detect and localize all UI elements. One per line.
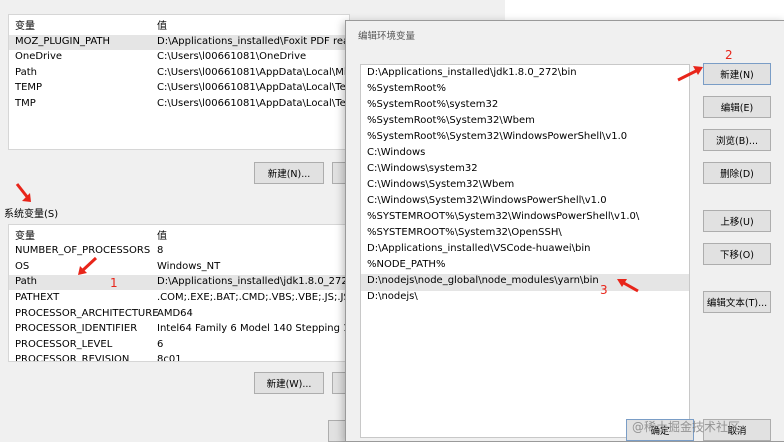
system-new-button[interactable]: 新建(W)... (254, 372, 324, 394)
table-row[interactable]: PROCESSOR_LEVEL 6 (9, 338, 349, 353)
user-variables-header: 变量 值 (9, 15, 349, 32)
annotation-3: 3 (600, 283, 608, 297)
list-item[interactable]: D:\Applications_installed\jdk1.8.0_272\b… (367, 67, 577, 83)
table-row[interactable]: PATHEXT .COM;.EXE;.BAT;.CMD;.VBS;.VBE;.J… (9, 291, 349, 306)
table-row[interactable]: PROCESSOR_IDENTIFIER Intel64 Family 6 Mo… (9, 322, 349, 337)
header-value: 值 (157, 21, 167, 32)
annotation-1: 1 (110, 276, 118, 290)
table-row[interactable]: TMP C:\Users\l00661081\AppData\Local\Tem (9, 97, 349, 112)
system-variables-label: 系统变量(S) (4, 209, 59, 220)
list-item-selected[interactable]: D:\nodejs\node_global\node_modules\yarn\… (367, 275, 599, 291)
list-item[interactable]: %SystemRoot% (367, 83, 446, 99)
user-variables-list[interactable]: 变量 值 MOZ_PLUGIN_PATH D:\Applications_ins… (8, 14, 350, 150)
arrow-icon (617, 279, 639, 293)
table-row[interactable]: PROCESSOR_REVISION 8c01 (9, 353, 349, 361)
list-item[interactable]: D:\Applications_installed\VSCode-huawei\… (367, 243, 590, 259)
list-item[interactable]: C:\Windows\System32\Wbem (367, 179, 514, 195)
list-item[interactable]: C:\Windows\system32 (367, 163, 478, 179)
list-item[interactable]: %SystemRoot%\System32\WindowsPowerShell\… (367, 131, 627, 147)
user-new-button[interactable]: 新建(N)... (254, 162, 324, 184)
delete-button[interactable]: 删除(D) (703, 162, 771, 184)
list-item[interactable]: %NODE_PATH% (367, 259, 445, 275)
list-item[interactable]: C:\Windows\System32\WindowsPowerShell\v1… (367, 195, 607, 211)
header-variable: 变量 (15, 21, 35, 32)
edit-env-dialog: 编辑环境变量 D:\Applications_installed\jdk1.8.… (345, 20, 784, 442)
arrow-icon (78, 256, 98, 275)
table-row[interactable]: NUMBER_OF_PROCESSORS 8 (9, 244, 349, 259)
move-down-button[interactable]: 下移(O) (703, 243, 771, 265)
list-item[interactable]: %SYSTEMROOT%\System32\OpenSSH\ (367, 227, 562, 243)
table-row[interactable]: TEMP C:\Users\l00661081\AppData\Local\Te… (9, 81, 349, 96)
arrow-icon (677, 66, 703, 82)
list-item[interactable]: D:\nodejs\ (367, 291, 418, 307)
system-variables-header: 变量 值 (15, 231, 167, 242)
path-list[interactable]: D:\Applications_installed\jdk1.8.0_272\b… (360, 64, 690, 438)
table-row[interactable]: OS Windows_NT (9, 260, 349, 275)
table-row[interactable]: Path D:\Applications_installed\jdk1.8.0_… (9, 275, 349, 290)
browse-button[interactable]: 浏览(B)... (703, 129, 771, 151)
table-row[interactable]: OneDrive C:\Users\l00661081\OneDrive (9, 50, 349, 65)
table-row[interactable]: PROCESSOR_ARCHITECTURE AMD64 (9, 307, 349, 322)
watermark: @稀土掘金技术社区 (632, 420, 741, 434)
list-item[interactable]: %SystemRoot%\system32 (367, 99, 498, 115)
table-row[interactable]: Path C:\Users\l00661081\AppData\Local\Mi… (9, 66, 349, 81)
annotation-2: 2 (725, 48, 733, 62)
table-row[interactable]: MOZ_PLUGIN_PATH D:\Applications_installe… (9, 35, 349, 50)
new-button[interactable]: 新建(N) (703, 63, 771, 85)
move-up-button[interactable]: 上移(U) (703, 210, 771, 232)
arrow-icon (15, 183, 31, 202)
list-item[interactable]: C:\Windows (367, 147, 425, 163)
background-window-strip (505, 0, 784, 20)
list-item[interactable]: %SYSTEMROOT%\System32\WindowsPowerShell\… (367, 211, 639, 227)
edit-text-button[interactable]: 编辑文本(T)... (703, 291, 771, 313)
dialog-title: 编辑环境变量 (358, 31, 416, 42)
edit-button[interactable]: 编辑(E) (703, 96, 771, 118)
system-variables-list[interactable]: 变量 值 NUMBER_OF_PROCESSORS 8 OS Windows_N… (8, 224, 350, 362)
list-item[interactable]: %SystemRoot%\System32\Wbem (367, 115, 535, 131)
